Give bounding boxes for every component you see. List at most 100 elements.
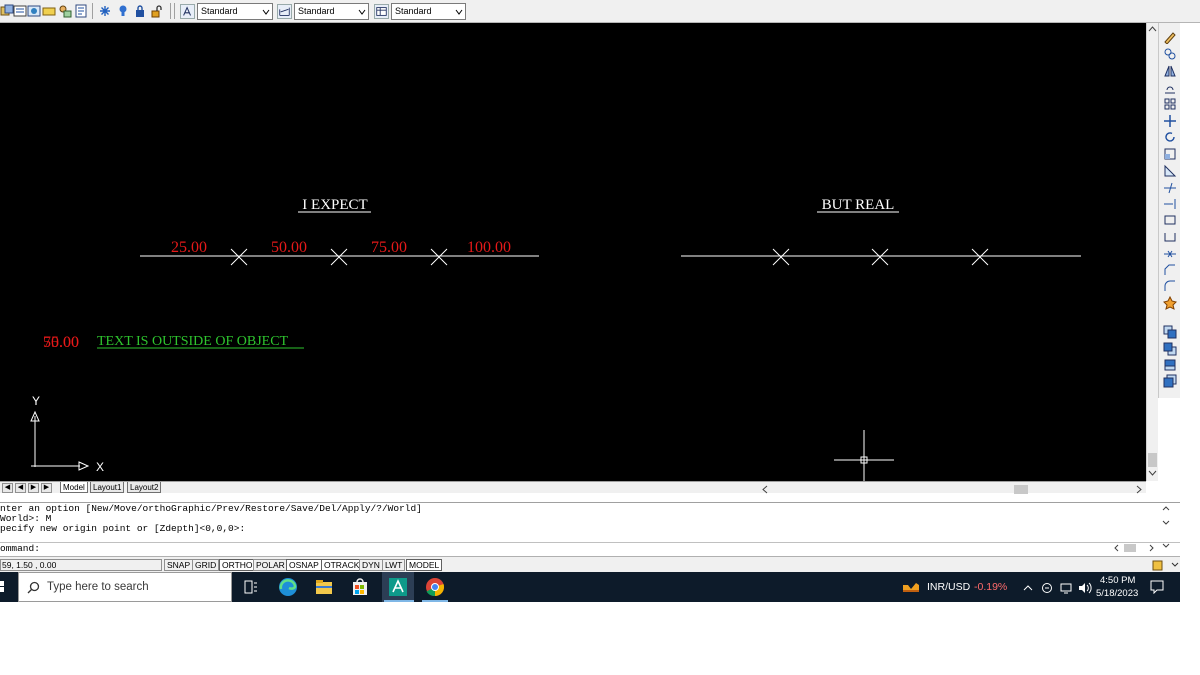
command-scroll-icon[interactable] bbox=[1160, 503, 1172, 557]
point-marker[interactable] bbox=[772, 248, 790, 266]
point-marker[interactable] bbox=[971, 248, 989, 266]
table-style-select[interactable]: Standard bbox=[391, 3, 466, 20]
autocad-window: Standard Standard Standard I EXPECT 25.0… bbox=[0, 0, 1200, 675]
move-icon[interactable] bbox=[1163, 114, 1177, 128]
tab-layout2[interactable]: Layout2 bbox=[127, 482, 162, 493]
ortho-toggle[interactable]: ORTHO bbox=[219, 559, 256, 571]
toolbar-separator bbox=[170, 3, 171, 19]
coordinates-readout[interactable]: 59, 1.50 , 0.00 bbox=[0, 559, 162, 571]
first-tab-button[interactable]: ◀ bbox=[2, 483, 13, 493]
tray-icons[interactable] bbox=[1023, 582, 1093, 594]
top-toolbar: Standard Standard Standard bbox=[0, 0, 1200, 23]
table-style-value: Standard bbox=[395, 6, 432, 16]
chrome-icon[interactable] bbox=[424, 576, 446, 598]
mirror-icon[interactable] bbox=[1163, 64, 1177, 78]
command-input[interactable]: ommand: bbox=[0, 542, 1180, 554]
search-placeholder: Type here to search bbox=[47, 581, 149, 593]
modify-toolbar bbox=[1158, 23, 1180, 398]
grid-toggle[interactable]: GRID bbox=[192, 559, 220, 571]
horizontal-scrollbar[interactable] bbox=[758, 481, 1146, 494]
polar-toggle[interactable]: POLAR bbox=[253, 559, 288, 571]
rotate-icon[interactable] bbox=[1163, 130, 1177, 144]
layer-icon[interactable] bbox=[0, 4, 14, 18]
tool-palette-icon[interactable] bbox=[42, 4, 56, 18]
overlapping-label[interactable]: 75.00 bbox=[43, 334, 79, 351]
otrack-toggle[interactable]: OTRACK bbox=[321, 559, 363, 571]
notification-icon[interactable] bbox=[1150, 580, 1164, 594]
break-at-point-icon[interactable] bbox=[1163, 230, 1177, 244]
array-icon[interactable] bbox=[1163, 97, 1177, 111]
dim-label[interactable]: 100.00 bbox=[467, 239, 511, 256]
text-style-select[interactable]: Standard bbox=[197, 3, 273, 20]
taskbar-search[interactable]: Type here to search bbox=[18, 572, 232, 602]
fillet-icon[interactable] bbox=[1163, 279, 1177, 293]
sheet-set-icon[interactable] bbox=[58, 4, 72, 18]
command-hscroll-icon[interactable] bbox=[1112, 542, 1156, 554]
drawing-svg: I EXPECT 25.00 50.00 75.00 100.00 BUT RE… bbox=[30, 197, 1081, 481]
prev-tab-button[interactable]: ◀ bbox=[15, 483, 26, 493]
start-icon[interactable] bbox=[0, 581, 10, 593]
command-history-line: pecify new origin point or [Zdepth]<0,0,… bbox=[0, 523, 246, 534]
file-explorer-icon[interactable] bbox=[313, 576, 335, 598]
tab-layout1[interactable]: Layout1 bbox=[90, 482, 125, 493]
osnap-toggle[interactable]: OSNAP bbox=[286, 559, 322, 571]
point-marker[interactable] bbox=[430, 248, 448, 266]
draworder-front-icon[interactable] bbox=[1163, 325, 1177, 339]
extend-icon[interactable] bbox=[1163, 197, 1177, 211]
command-prompt: ommand: bbox=[0, 543, 40, 554]
vertical-scrollbar[interactable] bbox=[1146, 23, 1158, 481]
autocad-icon[interactable] bbox=[387, 576, 409, 598]
ucs-y-label: Y bbox=[32, 394, 40, 408]
erase-icon[interactable] bbox=[1163, 30, 1177, 44]
clock-time[interactable]: 4:50 PM bbox=[1100, 575, 1135, 586]
snap-toggle[interactable]: SNAP bbox=[164, 559, 194, 571]
snowflake-icon[interactable] bbox=[98, 4, 112, 18]
explode-icon[interactable] bbox=[1163, 296, 1177, 310]
markup-icon[interactable] bbox=[74, 4, 88, 18]
dim-label[interactable]: 25.00 bbox=[171, 239, 207, 256]
unlock-icon[interactable] bbox=[150, 4, 164, 18]
tab-model[interactable]: Model bbox=[60, 482, 88, 493]
dyn-toggle[interactable]: DYN bbox=[359, 559, 383, 571]
next-tab-button[interactable]: ▶ bbox=[28, 483, 39, 493]
tray-settings-icon[interactable] bbox=[1150, 558, 1180, 572]
model-toggle[interactable]: MODEL bbox=[406, 559, 443, 571]
scale-icon[interactable] bbox=[1163, 147, 1177, 161]
status-bar: 59, 1.50 , 0.00 SNAP GRID ORTHO POLAR OS… bbox=[0, 556, 1180, 572]
edge-browser-icon[interactable] bbox=[277, 576, 299, 598]
crosshair-cursor bbox=[834, 430, 894, 481]
stretch-icon[interactable] bbox=[1163, 164, 1177, 178]
last-tab-button[interactable]: ▶ bbox=[41, 483, 52, 493]
dim-label[interactable]: 50.00 bbox=[271, 239, 307, 256]
windows-taskbar: Type here to search INR/USD -0.19% 4:50 … bbox=[0, 572, 1180, 602]
model-space-canvas[interactable]: I EXPECT 25.00 50.00 75.00 100.00 BUT RE… bbox=[0, 23, 1146, 481]
trim-icon[interactable] bbox=[1163, 181, 1177, 195]
task-view-icon[interactable] bbox=[240, 576, 262, 598]
break-icon[interactable] bbox=[1163, 213, 1177, 227]
draworder-under-icon[interactable] bbox=[1163, 374, 1177, 388]
table-style-icon[interactable] bbox=[374, 4, 389, 19]
draworder-above-icon[interactable] bbox=[1163, 358, 1177, 372]
point-marker[interactable] bbox=[330, 248, 348, 266]
lock-icon[interactable] bbox=[133, 4, 147, 18]
dim-label[interactable]: 75.00 bbox=[371, 239, 407, 256]
dim-style-icon[interactable] bbox=[277, 4, 292, 19]
clock-date[interactable]: 5/18/2023 bbox=[1096, 588, 1138, 599]
design-center-icon[interactable] bbox=[27, 4, 41, 18]
bulb-icon[interactable] bbox=[116, 4, 130, 18]
join-icon[interactable] bbox=[1163, 247, 1177, 261]
dim-style-select[interactable]: Standard bbox=[294, 3, 369, 20]
draworder-back-icon[interactable] bbox=[1163, 342, 1177, 356]
text-style-icon[interactable] bbox=[180, 4, 195, 19]
copy-icon[interactable] bbox=[1163, 47, 1177, 61]
point-marker[interactable] bbox=[230, 248, 248, 266]
offset-icon[interactable] bbox=[1163, 81, 1177, 95]
lwt-toggle[interactable]: LWT bbox=[382, 559, 406, 571]
ticker-label[interactable]: INR/USD bbox=[927, 581, 970, 593]
store-icon[interactable] bbox=[349, 576, 371, 598]
point-marker[interactable] bbox=[871, 248, 889, 266]
note-text[interactable]: TEXT IS OUTSIDE OF OBJECT bbox=[97, 334, 289, 349]
chamfer-icon[interactable] bbox=[1163, 263, 1177, 277]
properties-icon[interactable] bbox=[13, 4, 27, 18]
ticker-chart-icon[interactable] bbox=[900, 577, 922, 599]
